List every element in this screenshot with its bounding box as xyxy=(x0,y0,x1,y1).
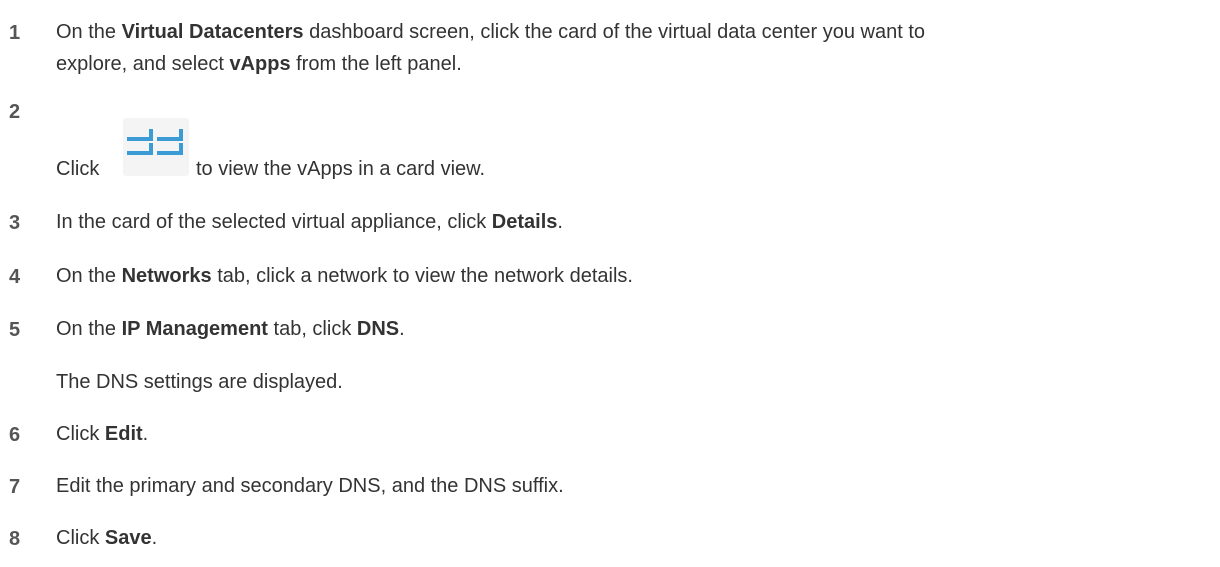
details-label: Details xyxy=(491,211,558,233)
save-label: Save xyxy=(104,527,152,549)
step-4-number: 4 xyxy=(9,266,21,288)
step-6-line-1: Click Edit. xyxy=(56,423,149,445)
step-5-number: 5 xyxy=(9,319,21,341)
card-view-icon xyxy=(123,118,189,176)
vapps-label: vApps xyxy=(229,53,291,75)
ip-management-label: IP Management xyxy=(121,318,268,340)
step-2-line-rest: to view the vApps in a card view. xyxy=(196,158,486,180)
step-2-number: 2 xyxy=(9,101,21,123)
step-1-line-2: explore, and select vApps from the left … xyxy=(56,53,462,75)
step-4-line-1: On the Networks tab, click a network to … xyxy=(56,265,633,287)
step-3-number: 3 xyxy=(9,212,21,234)
networks-label: Networks xyxy=(121,265,212,287)
edit-label: Edit xyxy=(104,423,143,445)
step-7-number: 7 xyxy=(9,476,21,498)
step-3-line-1: In the card of the selected virtual appl… xyxy=(56,211,563,233)
step-1-line-1: On the Virtual Datacenters dashboard scr… xyxy=(56,21,926,43)
step-5-line-1: On the IP Management tab, click DNS. xyxy=(56,318,405,340)
step-7-line-1: Edit the primary and secondary DNS, and … xyxy=(56,475,564,497)
step-2-line-click: Click xyxy=(56,158,100,180)
step-1-number: 1 xyxy=(9,22,21,44)
virtual-datacenters-label: Virtual Datacenters xyxy=(121,21,304,43)
dns-label: DNS xyxy=(356,318,400,340)
step-6-number: 6 xyxy=(9,424,21,446)
step-8-number: 8 xyxy=(9,528,21,550)
step-5-line-2: The DNS settings are displayed. xyxy=(56,371,343,393)
step-8-line-1: Click Save. xyxy=(56,527,158,549)
